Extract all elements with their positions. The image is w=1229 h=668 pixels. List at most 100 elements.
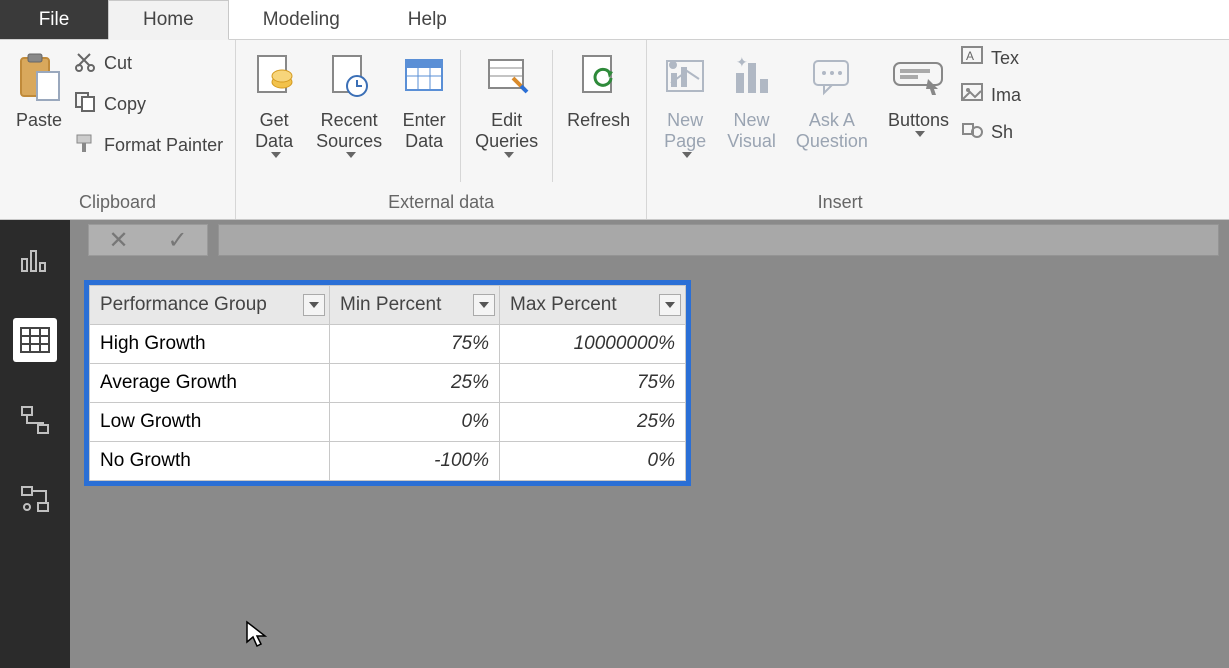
shapes-label: Sh (991, 122, 1013, 143)
cell-max: 0% (500, 442, 686, 481)
cell-max: 75% (500, 364, 686, 403)
ribbon-group-external-data: Get Data Recent Sources Enter Data (236, 40, 647, 219)
chevron-down-icon (309, 302, 319, 308)
column-header-label: Max Percent (510, 294, 617, 315)
ribbon: Paste Cut Copy (0, 40, 1229, 220)
table-row[interactable]: Average Growth 25% 75% (90, 364, 686, 403)
recent-sources-label: Recent Sources (316, 110, 382, 152)
column-filter-button[interactable] (659, 294, 681, 316)
ask-question-label: Ask A Question (796, 110, 868, 152)
column-header-performance-group[interactable]: Performance Group (90, 286, 330, 325)
cut-button[interactable]: Cut (74, 50, 223, 77)
recent-sources-button[interactable]: Recent Sources (306, 44, 392, 162)
edit-queries-button[interactable]: Edit Queries (465, 44, 548, 162)
enter-data-icon (402, 48, 446, 106)
chevron-down-icon (915, 131, 925, 137)
tab-home[interactable]: Home (108, 0, 229, 40)
text-box-icon: A (961, 46, 983, 71)
column-header-max-percent[interactable]: Max Percent (500, 286, 686, 325)
copy-button[interactable]: Copy (74, 91, 223, 118)
text-box-button[interactable]: A Tex (961, 46, 1021, 71)
tab-strip: File Home Modeling Help (0, 0, 1229, 40)
format-painter-button[interactable]: Format Painter (74, 132, 223, 159)
table-row[interactable]: High Growth 75% 10000000% (90, 325, 686, 364)
format-painter-label: Format Painter (104, 135, 223, 156)
enter-data-button[interactable]: Enter Data (392, 44, 456, 156)
svg-text:A: A (966, 49, 974, 63)
tab-modeling[interactable]: Modeling (229, 0, 374, 39)
cell-group: No Growth (90, 442, 330, 481)
ribbon-group-insert: New Page ✦ New Visual Ask A Question Bu (647, 40, 1033, 219)
column-header-label: Performance Group (100, 294, 267, 315)
cell-min: 0% (330, 403, 500, 442)
recent-sources-icon (327, 48, 371, 106)
ask-question-button[interactable]: Ask A Question (786, 44, 878, 156)
model-icon (20, 405, 50, 435)
cell-min: 75% (330, 325, 500, 364)
commit-formula-button[interactable]: ✓ (158, 226, 198, 255)
tab-help[interactable]: Help (374, 0, 481, 39)
column-filter-button[interactable] (303, 294, 325, 316)
new-page-button[interactable]: New Page (653, 44, 717, 162)
chevron-down-icon (271, 152, 281, 158)
chevron-down-icon (682, 152, 692, 158)
data-table: Performance Group Min Percent Max Percen… (84, 280, 691, 486)
column-header-label: Min Percent (340, 294, 441, 315)
data-view-button[interactable] (13, 318, 57, 362)
new-visual-label: New Visual (727, 110, 776, 152)
chevron-down-icon (346, 152, 356, 158)
enter-data-label: Enter Data (403, 110, 446, 152)
refresh-label: Refresh (567, 110, 630, 131)
table-row[interactable]: No Growth -100% 0% (90, 442, 686, 481)
ribbon-group-clipboard: Paste Cut Copy (0, 40, 236, 219)
report-view-button[interactable] (13, 238, 57, 282)
edit-queries-icon (485, 48, 529, 106)
format-painter-icon (74, 132, 96, 159)
cut-label: Cut (104, 53, 132, 74)
shapes-button[interactable]: Sh (961, 120, 1021, 145)
relationship-view-button[interactable] (13, 478, 57, 522)
cell-max: 10000000% (500, 325, 686, 364)
tab-file[interactable]: File (0, 0, 108, 39)
bar-chart-icon (20, 247, 50, 273)
paste-icon (17, 48, 61, 106)
mouse-cursor-icon (245, 620, 267, 648)
separator (552, 50, 553, 182)
shapes-icon (961, 120, 983, 145)
formula-input[interactable] (218, 224, 1219, 256)
buttons-label: Buttons (888, 110, 949, 131)
get-data-button[interactable]: Get Data (242, 44, 306, 162)
refresh-icon (577, 48, 621, 106)
ribbon-group-label-clipboard: Clipboard (6, 188, 229, 217)
cell-max: 25% (500, 403, 686, 442)
get-data-label: Get Data (255, 110, 293, 152)
separator (460, 50, 461, 182)
ask-question-icon (810, 48, 854, 106)
svg-text:✦: ✦ (736, 55, 748, 70)
cell-group: High Growth (90, 325, 330, 364)
new-visual-button[interactable]: ✦ New Visual (717, 44, 786, 156)
buttons-button[interactable]: Buttons (878, 44, 959, 141)
refresh-button[interactable]: Refresh (557, 44, 640, 135)
cell-min: 25% (330, 364, 500, 403)
column-filter-button[interactable] (473, 294, 495, 316)
new-page-icon (663, 48, 707, 106)
model-view-button[interactable] (13, 398, 57, 442)
close-icon: ✕ (108, 227, 128, 254)
ribbon-group-label-external-data: External data (242, 188, 640, 217)
cell-min: -100% (330, 442, 500, 481)
relationship-icon (20, 485, 50, 515)
canvas: ✕ ✓ Performance Group Min Per (70, 220, 1229, 668)
cancel-formula-button[interactable]: ✕ (99, 226, 139, 255)
paste-button[interactable]: Paste (6, 44, 72, 135)
image-button[interactable]: Ima (961, 83, 1021, 108)
image-label: Ima (991, 85, 1021, 106)
get-data-icon (252, 48, 296, 106)
copy-icon (74, 91, 96, 118)
formula-bar: ✕ ✓ (70, 220, 1229, 264)
paste-label: Paste (16, 110, 62, 131)
new-page-label: New Page (664, 110, 706, 152)
column-header-min-percent[interactable]: Min Percent (330, 286, 500, 325)
table-row[interactable]: Low Growth 0% 25% (90, 403, 686, 442)
cell-group: Low Growth (90, 403, 330, 442)
